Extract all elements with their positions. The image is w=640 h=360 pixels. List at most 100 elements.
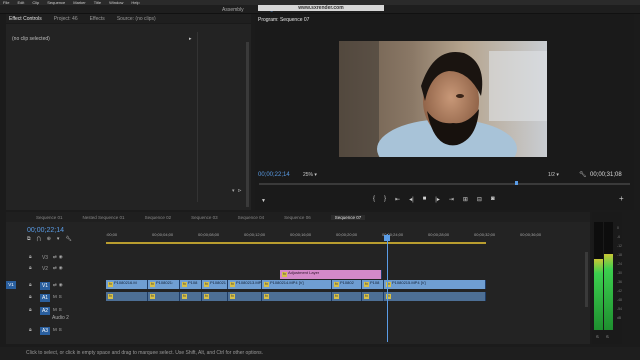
- timeline-timecode[interactable]: 00;00;22;14: [27, 227, 64, 234]
- add-button-icon[interactable]: +: [619, 194, 624, 203]
- tab-sequence-2[interactable]: Sequence 02: [145, 215, 172, 220]
- panel-tab-3[interactable]: Source: (no clips): [117, 16, 156, 22]
- add-marker-icon[interactable]: ▾: [57, 236, 60, 242]
- track-v1: V1 🔒︎ V1 ⇄◉ fx P1080216.M fx P108021: fx P108 fx P1…: [6, 280, 590, 290]
- video-clip[interactable]: fx P1080214.MP4 [V]: [262, 280, 332, 289]
- tab-sequence-6[interactable]: Sequence 07: [330, 214, 366, 220]
- wrench-icon[interactable]: 🔧︎: [579, 171, 587, 178]
- fx-badge-icon: fx: [282, 272, 287, 277]
- mark-in-icon[interactable]: {: [373, 196, 375, 203]
- video-clip[interactable]: fx P108021: [202, 280, 228, 289]
- transport-controls: { } ⇤ ◂| ■ |▸ ⇥ ⊞ ⊟ ◙: [373, 196, 495, 203]
- ruler-label: 00;00;28;00: [428, 232, 450, 237]
- go-to-in-icon[interactable]: ⇤: [395, 196, 400, 203]
- clip-label: P1080214.MP4 [V]: [270, 280, 304, 285]
- solo-left-button[interactable]: S: [596, 334, 599, 339]
- mark-out-icon[interactable]: }: [384, 196, 386, 203]
- video-clip[interactable]: fx P1080213.MP4: [228, 280, 262, 289]
- video-clip[interactable]: fx P108: [362, 280, 384, 289]
- audio-clip[interactable]: fx: [228, 292, 262, 301]
- expand-arrow-icon[interactable]: ▸: [189, 36, 192, 42]
- audio-clip[interactable]: fx: [332, 292, 362, 301]
- video-frame-image: [339, 41, 547, 157]
- solo-button[interactable]: S: [59, 327, 64, 332]
- tab-sequence-3[interactable]: Sequence 03: [191, 215, 218, 220]
- timeline-playhead[interactable]: [384, 235, 390, 241]
- adjustment-layer-clip[interactable]: fx Adjustment Layer: [280, 270, 382, 279]
- track-target-v1[interactable]: V1: [40, 282, 50, 290]
- lift-icon[interactable]: ⊞: [463, 196, 468, 203]
- track-target-v3[interactable]: V3: [40, 254, 50, 262]
- clip-label: P108: [188, 280, 198, 285]
- panel-tab-1[interactable]: Project: 46: [54, 16, 78, 22]
- track-controls: MS: [53, 327, 64, 332]
- monitor-playhead[interactable]: [514, 181, 518, 185]
- eye-icon[interactable]: ◉: [59, 265, 65, 270]
- extract-icon[interactable]: ⊟: [477, 196, 482, 203]
- fx-badge-icon: fx: [264, 282, 269, 287]
- linked-selection-icon[interactable]: ⊕: [47, 236, 51, 242]
- scrollbar[interactable]: [246, 42, 249, 207]
- audio-clip[interactable]: fx: [362, 292, 384, 301]
- video-clip[interactable]: fx P1080215.MP4 [V]: [384, 280, 486, 289]
- audio-clip[interactable]: fx: [180, 292, 202, 301]
- video-clip[interactable]: fx P1080216.M: [106, 280, 148, 289]
- audio-clip[interactable]: fx: [148, 292, 180, 301]
- lock-icon[interactable]: 🔒︎: [29, 307, 32, 313]
- lock-icon[interactable]: 🔒︎: [29, 254, 32, 260]
- meter-tick: -6: [616, 235, 621, 239]
- clip-label: P1080215.MP4 [V]: [392, 280, 426, 285]
- nest-icon[interactable]: ⧉: [27, 236, 31, 242]
- video-clip[interactable]: fx P108021:: [148, 280, 180, 289]
- clip-label: P10802: [340, 280, 354, 285]
- lock-icon[interactable]: 🔒︎: [29, 327, 32, 333]
- track-a3: 🔒︎ A3 MS: [6, 325, 590, 335]
- program-monitor-title[interactable]: Program: Sequence 07: [258, 17, 309, 23]
- lock-icon[interactable]: 🔒︎: [29, 294, 32, 300]
- marker-icon[interactable]: ▼: [261, 198, 266, 204]
- quality-select[interactable]: 1/2 ▾: [548, 172, 559, 178]
- timeline-scrollbar[interactable]: [585, 252, 588, 307]
- video-clip[interactable]: fx P108: [180, 280, 202, 289]
- audio-clip[interactable]: fx: [202, 292, 228, 301]
- tab-sequence-5[interactable]: Sequence 06: [284, 215, 311, 220]
- step-forward-icon[interactable]: |▸: [435, 196, 440, 203]
- workspace-tab-assembly[interactable]: Assembly: [222, 7, 244, 13]
- video-clip[interactable]: fx P10802: [332, 280, 362, 289]
- tab-sequence-4[interactable]: Sequence 04: [238, 215, 265, 220]
- export-icon[interactable]: ⊳: [238, 188, 245, 194]
- step-back-icon[interactable]: ◂|: [409, 196, 414, 203]
- tab-sequence-1[interactable]: Nested Sequence 01: [83, 215, 125, 220]
- tab-sequence-0[interactable]: Sequence 01: [36, 215, 63, 220]
- audio-clip[interactable]: fx: [384, 292, 486, 301]
- panel-tab-0[interactable]: Effect Controls: [9, 16, 42, 22]
- monitor-scrub-bar[interactable]: [259, 183, 630, 185]
- track-target-a1[interactable]: A1: [40, 294, 50, 302]
- eye-icon[interactable]: ◉: [59, 282, 65, 287]
- work-area-bar[interactable]: [106, 242, 486, 244]
- audio-clip[interactable]: fx: [262, 292, 332, 301]
- status-bar: Click to select, or click in empty space…: [0, 347, 640, 360]
- track-area: [106, 305, 590, 315]
- audio-clip[interactable]: fx: [106, 292, 148, 301]
- solo-right-button[interactable]: S: [606, 334, 609, 339]
- track-target-a3[interactable]: A3: [40, 327, 50, 335]
- snap-icon[interactable]: ⋂: [37, 236, 41, 242]
- source-patch-v1[interactable]: V1: [6, 281, 16, 289]
- eye-icon[interactable]: ◉: [59, 254, 65, 259]
- program-timecode[interactable]: 00;00;22;14: [258, 172, 290, 178]
- meter-right-fill: [604, 254, 613, 330]
- zoom-select[interactable]: 25% ▾: [303, 172, 317, 178]
- go-to-out-icon[interactable]: ⇥: [449, 196, 454, 203]
- settings-wrench-icon[interactable]: 🔧︎: [65, 236, 71, 242]
- camera-icon[interactable]: ◙: [491, 196, 495, 203]
- fx-badge-icon: fx: [204, 294, 209, 299]
- track-target-a2[interactable]: A2: [40, 307, 50, 315]
- lock-icon[interactable]: 🔒︎: [29, 282, 32, 288]
- track-target-v2[interactable]: V2: [40, 265, 50, 273]
- stop-icon[interactable]: ■: [423, 196, 427, 203]
- lock-icon[interactable]: 🔒︎: [29, 265, 32, 271]
- solo-button[interactable]: S: [59, 307, 64, 312]
- panel-tab-2[interactable]: Effects: [90, 16, 105, 22]
- solo-button[interactable]: S: [59, 294, 64, 299]
